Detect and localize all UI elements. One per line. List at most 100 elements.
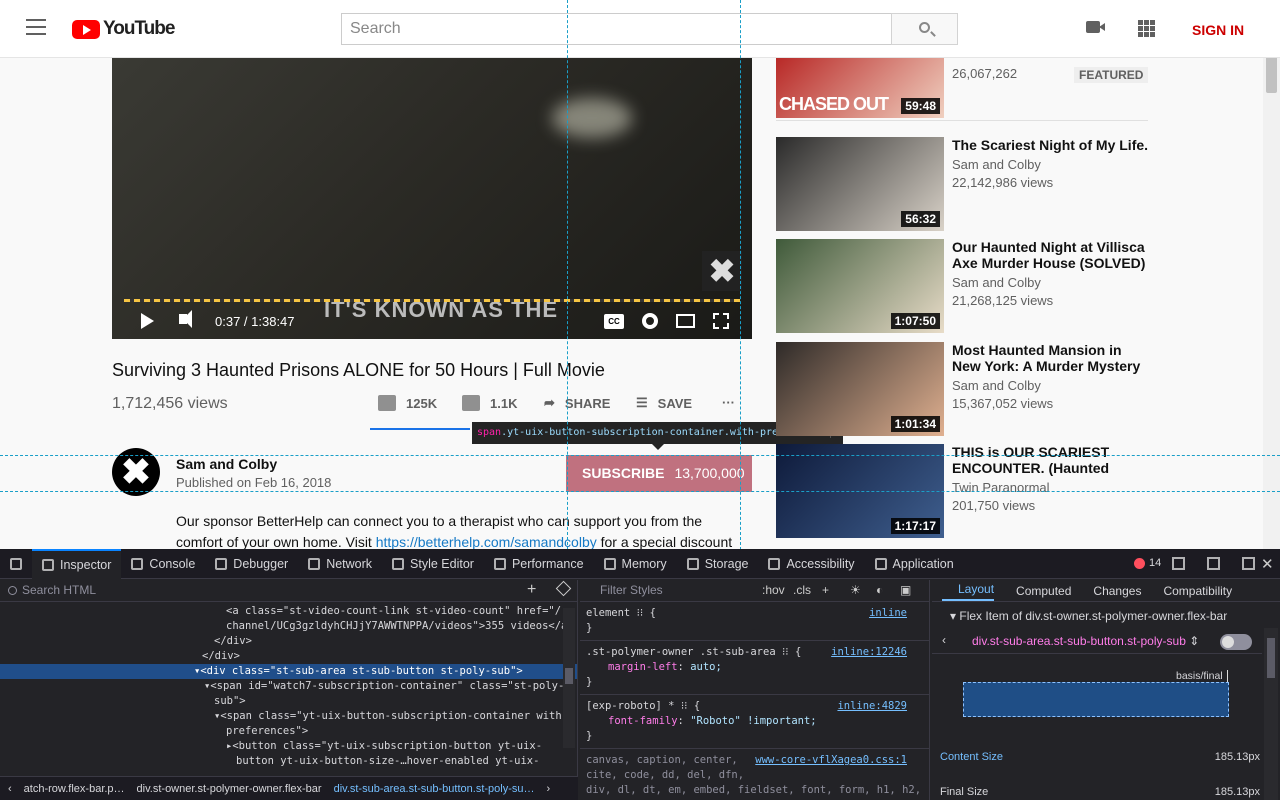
devtools-tab-inspector[interactable]: Inspector [32,548,122,579]
content-size-value: 185.13px [1214,751,1260,763]
add-node-icon[interactable]: + [527,581,536,599]
flex-highlight-toggle[interactable] [1220,634,1252,650]
css-rule-close: } [586,676,593,688]
markup-node[interactable]: ▸<button class="yt-uix-subscription-butt… [0,739,577,754]
flex-item-header[interactable]: ▾ Flex Item of div.st-owner.st-polymer-o… [932,606,1280,626]
class-toggle[interactable]: .cls [793,583,811,597]
responsive-design-icon[interactable] [1172,557,1185,570]
tab-computed[interactable]: Computed [1016,584,1071,601]
content-size-label: Content Size [940,751,1003,763]
breadcrumb-item[interactable]: div.st-owner.st-polymer-owner.flex-bar [137,783,322,795]
devtools-tab-accessibility[interactable]: Accessibility [758,549,864,579]
css-rule[interactable]: .st-polymer-owner .st-sub-area ⁝⁝ {inlin… [580,641,929,695]
like-button[interactable]: 125K [378,395,437,411]
markup-scrollbar[interactable] [563,608,575,748]
search-html-input[interactable]: Search HTML [0,580,577,602]
print-media-icon[interactable]: ▣ [900,583,911,597]
css-source-link[interactable]: inline:4829 [837,699,907,714]
video-player[interactable]: ✖ IT'S KNOWN AS THE 0:37 / 1:38:47 CC [112,58,752,339]
settings-gear-icon[interactable] [642,313,658,329]
fullscreen-icon[interactable] [713,313,729,329]
markup-node[interactable]: ▾<span id="watch7-subscription-container… [0,679,577,694]
more-actions-button[interactable]: ··· [722,395,735,410]
apps-grid-icon[interactable] [1138,20,1155,37]
video-thumbnail[interactable]: 1:01:34 [776,342,944,436]
search-input[interactable]: Search [341,13,892,45]
dock-side-icon[interactable] [1207,557,1220,570]
css-separator: : [677,661,691,673]
devtools-tab-application[interactable]: Application [865,549,964,579]
markup-node[interactable]: sub"> [0,694,577,709]
css-declaration[interactable]: font-family: "Roboto" !important; [586,714,923,729]
markup-node[interactable]: </div> [0,634,577,649]
upload-video-icon[interactable] [1086,21,1105,33]
flex-item-select[interactable]: ‹ div.st-sub-area.st-sub-button.st-poly-s… [932,628,1262,654]
search-button[interactable] [891,13,958,45]
markup-node[interactable]: button yt-uix-button-size-…hover-enabled… [0,754,577,769]
flex-item-title: Flex Item of div.st-owner.st-polymer-own… [959,609,1228,623]
filter-styles-input[interactable]: Filter Styles :hov .cls + ☀ ◐ ▣ [580,580,929,602]
add-rule-icon[interactable]: + [822,583,829,597]
tab-layout[interactable]: Layout [942,582,995,601]
devtools-tab-network[interactable]: Network [298,549,382,579]
menu-icon[interactable] [26,19,46,35]
related-video-item[interactable]: 56:32 The Scariest Night of My Life. Sam a… [776,137,1156,231]
dark-theme-icon[interactable]: ◐ [876,583,883,597]
back-arrow-icon[interactable]: ‹ [942,633,946,647]
play-icon[interactable] [141,313,154,329]
close-devtools-icon[interactable]: ✕ [1261,555,1274,573]
devtools-tab-console[interactable]: Console [121,549,205,579]
markup-node[interactable]: channel/UCg3gzldyhCHJjY7AWWTNPPA/videos"… [0,619,577,634]
devtools-tab-style-editor[interactable]: Style Editor [382,549,484,579]
related-video-title[interactable]: The Scariest Night of My Life. [952,137,1152,153]
element-picker-icon[interactable] [0,549,32,579]
error-count-badge[interactable]: 14 [1134,557,1161,569]
css-rule[interactable]: canvas, caption, center, www-core-vflXage… [580,749,929,800]
related-video-title[interactable]: THIS is OUR SCARIEST ENCOUNTER. (Haunted [952,444,1152,476]
breadcrumb-item[interactable]: div.st-sub-area.st-sub-button.st-poly-su… [334,783,535,795]
channel-name[interactable]: Sam and Colby [176,456,277,472]
layout-scrollbar[interactable] [1264,628,1278,800]
markup-node[interactable]: ▾<span class="yt-uix-button-subscription… [0,709,577,724]
devtools-tab-memory[interactable]: Memory [594,549,677,579]
theater-mode-icon[interactable] [676,314,695,328]
share-button[interactable]: ➦ SHARE [544,395,610,411]
volume-icon[interactable] [179,310,192,328]
devtools-tab-performance[interactable]: Performance [484,549,594,579]
markup-node[interactable]: </div> [0,649,577,664]
css-source-link[interactable]: www-core-vflXagea0.css:1 [755,753,907,768]
progress-bar[interactable] [124,299,740,302]
tab-changes[interactable]: Changes [1093,584,1141,601]
related-video-title[interactable]: Our Haunted Night at Villisca Axe Murder… [952,239,1152,271]
css-declaration[interactable]: margin-left: auto; [586,660,923,675]
related-video-title[interactable]: Most Haunted Mansion in New York: A Murd… [952,342,1152,374]
devtools-tab-debugger[interactable]: Debugger [205,549,298,579]
captions-icon[interactable]: CC [604,314,624,329]
css-rule[interactable]: [exp-roboto] * ⁝⁝ {inline:4829 font-famil… [580,695,929,749]
css-rule[interactable]: element ⁝⁝ {inline} [580,602,929,641]
light-theme-icon[interactable]: ☀ [850,583,861,597]
css-source-link[interactable]: inline:12246 [831,645,907,660]
breadcrumb-item[interactable]: atch-row.flex-bar.p… [24,783,125,795]
devtools-menu-icon[interactable] [1242,557,1255,570]
youtube-logo[interactable]: YouTube [72,18,175,40]
devtools-tab-storage[interactable]: Storage [677,549,759,579]
markup-node[interactable]: <a class="st-video-count-link st-video-c… [0,604,577,619]
subscribe-button[interactable]: SUBSCRIBE 13,700,000 [566,455,752,492]
css-source-link[interactable]: inline [869,606,907,621]
sign-in-button[interactable]: SIGN IN [1192,22,1244,38]
related-video-item[interactable]: 1:01:34 Most Haunted Mansion in New York:… [776,342,1156,436]
markup-node[interactable]: ▾<div class="st-sub-area st-sub-button s… [0,664,577,679]
breadcrumb-item[interactable]: ‹ [8,783,12,795]
video-thumbnail[interactable]: 1:07:50 [776,239,944,333]
tab-compatibility[interactable]: Compatibility [1163,584,1232,601]
dislike-button[interactable]: 1.1K [462,395,517,411]
page-scrollbar[interactable] [1263,30,1280,550]
breadcrumb-item[interactable]: › [547,783,551,795]
save-button[interactable]: ☰ SAVE [636,395,692,411]
related-video-item[interactable]: 1:07:50 Our Haunted Night at Villisca Axe… [776,239,1156,333]
markup-node[interactable]: preferences"> [0,724,577,739]
logo-text: YouTube [103,18,175,39]
video-thumbnail[interactable]: 56:32 [776,137,944,231]
hover-state-toggle[interactable]: :hov [762,583,785,597]
